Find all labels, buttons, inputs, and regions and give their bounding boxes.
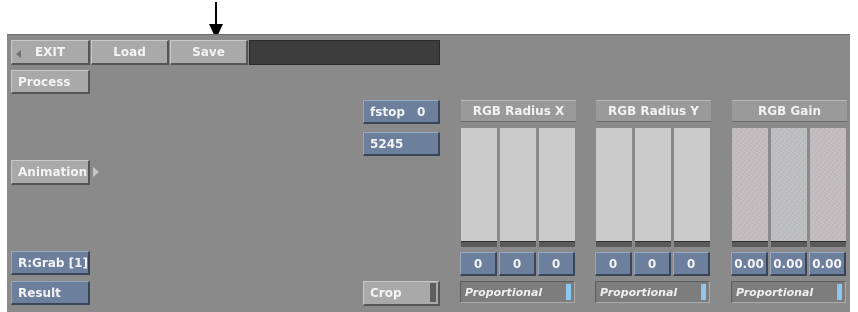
radius-y-r-slider[interactable] [596,128,632,242]
radius-x-r-value[interactable]: 0 [460,252,497,276]
gain-b-base [810,241,846,247]
gain-g-base [771,241,807,247]
fstop-value: 0 [416,104,426,119]
radius-y-g-slider[interactable] [635,128,671,242]
radius-x-g-value[interactable]: 0 [499,252,536,276]
gain-b-value[interactable]: 0.00 [809,252,846,276]
radius-x-g-base [500,241,536,247]
radius-x-mode-indicator [566,284,571,300]
exit-button[interactable]: EXIT [11,40,90,65]
rgb-radius-y-header: RGB Radius Y [596,100,711,122]
frame-number-field[interactable]: 5245 [363,132,440,156]
radius-x-r-base [461,241,497,247]
fstop-field[interactable]: fstop 0 [363,100,440,124]
radius-y-mode-indicator [701,284,706,300]
radius-y-b-base [674,241,710,247]
radius-y-g-base [635,241,671,247]
rgb-gain-header: RGB Gain [732,100,847,122]
radius-y-mode-selector[interactable]: Proportional [595,281,710,303]
result-button[interactable]: Result [11,281,90,305]
radius-y-r-base [596,241,632,247]
animation-button[interactable]: Animation [11,160,100,185]
radius-x-b-slider[interactable] [539,128,575,242]
gain-mode-indicator [837,284,842,300]
gain-g-value[interactable]: 0.00 [770,252,807,276]
radius-x-mode-selector[interactable]: Proportional [460,281,575,303]
gain-b-slider[interactable] [810,128,846,242]
crop-toggle-indicator [430,283,436,302]
save-button[interactable]: Save [170,40,248,65]
radius-y-g-value[interactable]: 0 [634,252,671,276]
left-arrow-icon [16,50,21,58]
right-arrow-icon [93,167,100,177]
radius-y-b-slider[interactable] [674,128,710,242]
filename-field[interactable] [249,40,440,65]
gain-mode-selector[interactable]: Proportional [731,281,846,303]
radius-x-b-base [539,241,575,247]
radius-x-g-slider[interactable] [500,128,536,242]
gain-g-slider[interactable] [771,128,807,242]
gain-r-slider[interactable] [732,128,768,242]
grab-button[interactable]: R:Grab [1] [11,251,90,275]
control-panel: EXIT Load Save Process Animation R:Grab … [7,34,850,312]
radius-y-r-value[interactable]: 0 [595,252,632,276]
radius-x-r-slider[interactable] [461,128,497,242]
radius-x-b-value[interactable]: 0 [538,252,575,276]
process-button[interactable]: Process [11,70,90,94]
crop-button[interactable]: Crop [363,281,440,306]
radius-y-b-value[interactable]: 0 [673,252,710,276]
gain-r-base [732,241,768,247]
rgb-radius-x-header: RGB Radius X [461,100,576,122]
load-button[interactable]: Load [91,40,169,65]
gain-r-value[interactable]: 0.00 [731,252,768,276]
